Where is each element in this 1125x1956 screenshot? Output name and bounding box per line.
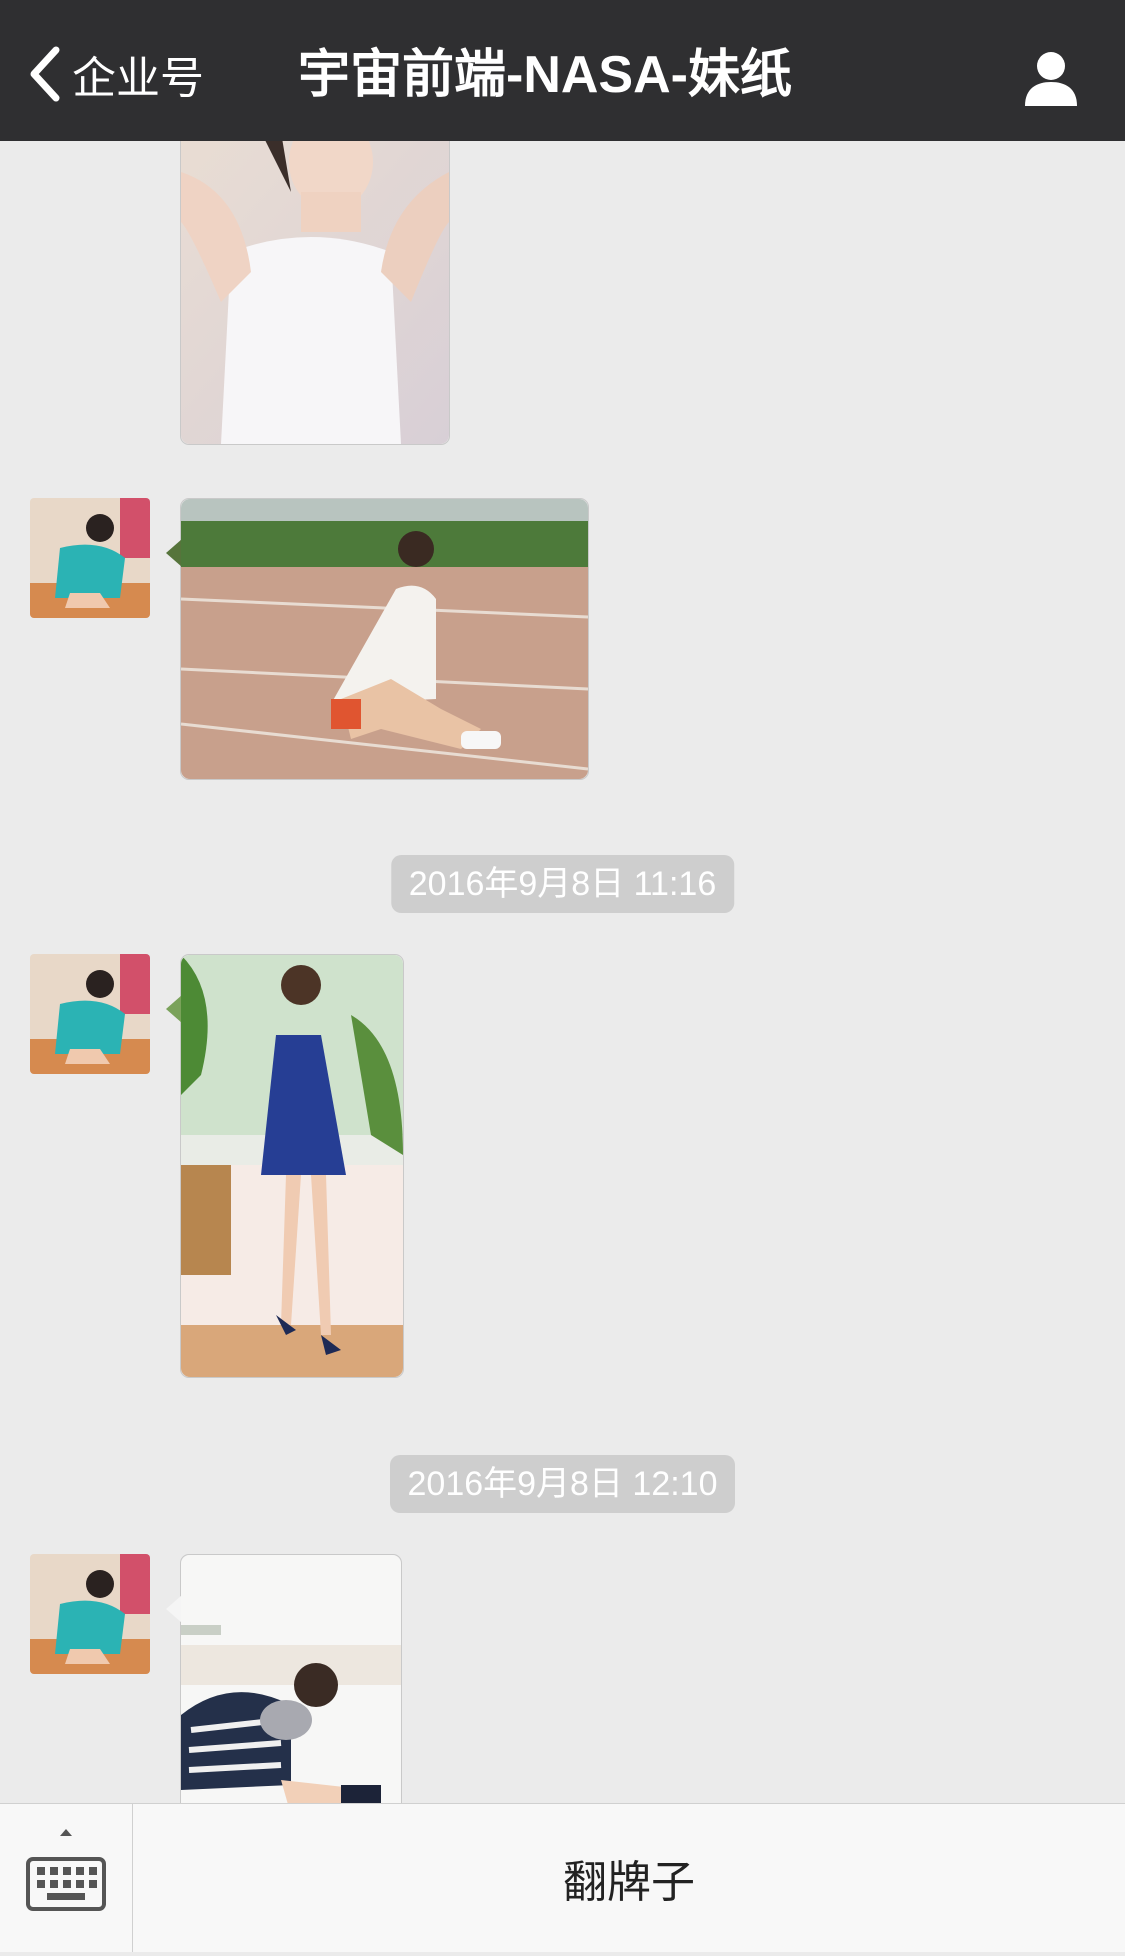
back-button[interactable]: 企业号 xyxy=(28,44,204,104)
sender-avatar[interactable] xyxy=(30,954,150,1074)
photo-image xyxy=(181,141,449,444)
user-icon xyxy=(1025,52,1077,106)
chevron-left-icon xyxy=(30,46,60,102)
timestamp: 2016年9月8日 11:16 xyxy=(390,855,735,913)
image-message[interactable] xyxy=(166,954,404,1378)
bubble-tail xyxy=(166,1595,182,1623)
keyboard-toggle-button[interactable] xyxy=(0,1804,133,1952)
image-message[interactable] xyxy=(166,498,589,780)
sender-avatar[interactable] xyxy=(30,1554,150,1674)
photo-image xyxy=(181,499,588,779)
image-message[interactable] xyxy=(166,1554,402,1803)
bubble-tail xyxy=(166,539,182,567)
profile-button[interactable] xyxy=(1021,48,1081,108)
chat-area[interactable]: 2016年9月8日 11:16 2016年9月8日 12:10 xyxy=(0,141,1125,1803)
bottom-menu-bar: 翻牌子 xyxy=(0,1803,1125,1952)
nav-bar: 企业号 宇宙前端-NASA-妹纸 xyxy=(0,0,1125,141)
keyboard-icon xyxy=(26,1829,106,1911)
bubble-tail xyxy=(166,995,182,1023)
timestamp: 2016年9月8日 12:10 xyxy=(389,1455,736,1513)
photo-image xyxy=(181,1555,401,1803)
photo-image xyxy=(181,955,403,1377)
sender-avatar[interactable] xyxy=(30,498,150,618)
image-message[interactable] xyxy=(180,141,450,445)
page-title: 宇宙前端-NASA-妹纸 xyxy=(298,46,792,104)
back-label: 企业号 xyxy=(72,53,204,104)
menu-button[interactable]: 翻牌子 xyxy=(133,1804,1125,1952)
